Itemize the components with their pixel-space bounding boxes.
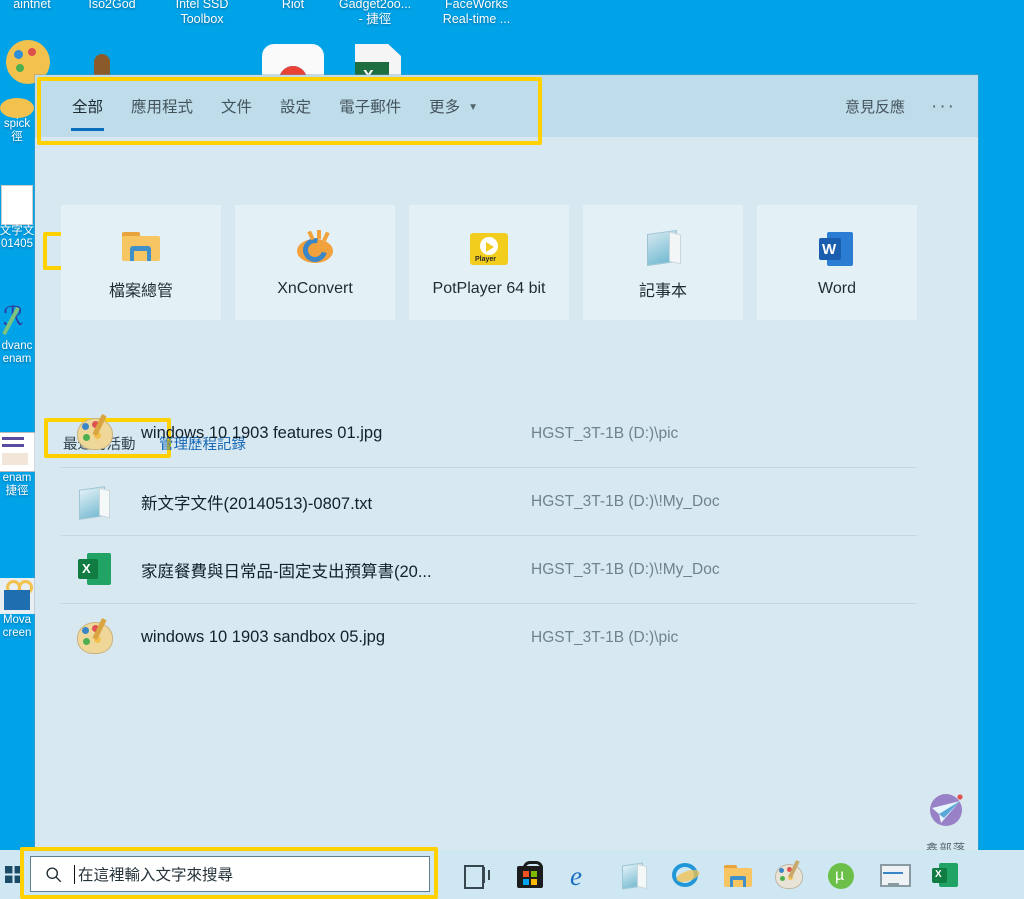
desktop-icon-label: spick 徑: [3, 118, 31, 143]
task-view-icon[interactable]: [462, 859, 494, 891]
xnconvert-icon: [293, 227, 337, 271]
microsoft-store-icon[interactable]: [514, 859, 546, 891]
tab-apps[interactable]: 應用程式: [117, 75, 207, 137]
desktop-icon-label: Mova creen: [2, 614, 32, 639]
app-tile-label: 檔案總管: [108, 283, 173, 300]
notepad-icon: [75, 482, 115, 522]
tab-all[interactable]: 全部: [58, 75, 117, 137]
filter-tabs: 全部 應用程式 文件 設定 電子郵件 更多 ▼: [35, 75, 492, 137]
header-actions: 意見反應 ···: [845, 96, 978, 117]
table-row[interactable]: windows 10 1903 features 01.jpg HGST_3T-…: [61, 400, 917, 468]
app-tile-notepad[interactable]: 記事本: [583, 205, 743, 320]
search-placeholder: 在這裡輸入文字來搜尋: [78, 867, 234, 884]
desktop-icon-label: dvanc enam: [1, 340, 33, 365]
desktop-icon-advanced-renamer[interactable]: ℛ dvanc enam: [0, 300, 38, 366]
tab-label: 文件: [221, 99, 253, 116]
tab-label: 全部: [72, 99, 104, 116]
tab-more[interactable]: 更多 ▼: [415, 75, 492, 137]
word-icon: W: [815, 227, 859, 271]
file-name: 新文字文件(20140513)-0807.txt: [141, 494, 373, 513]
desktop-icon-textdoc[interactable]: 文字文 01405: [0, 185, 38, 251]
desktop-icon-movavi[interactable]: Mova creen: [0, 578, 38, 640]
watermark: 鑫部落: [912, 792, 980, 857]
file-path: HGST_3T-1B (D:)\!My_Doc: [531, 560, 720, 578]
file-name: windows 10 1903 features 01.jpg: [141, 424, 383, 442]
utorrent-icon[interactable]: µ: [826, 859, 858, 891]
edge-icon[interactable]: e: [566, 859, 598, 891]
app-tile-potplayer[interactable]: Player PotPlayer 64 bit: [409, 205, 569, 320]
tab-label: 應用程式: [131, 99, 194, 116]
app-tile-file-explorer[interactable]: 檔案總管: [61, 205, 221, 320]
app-tile-label: Word: [818, 280, 856, 297]
desktop-icon-label: Iso2God: [88, 0, 136, 11]
taskbar-icons: e µ X: [462, 850, 962, 899]
more-options-icon[interactable]: ···: [931, 97, 956, 116]
notepad-icon[interactable]: [618, 859, 650, 891]
tab-email[interactable]: 電子郵件: [325, 75, 415, 137]
search-icon: [46, 866, 62, 882]
internet-explorer-icon[interactable]: [670, 859, 702, 891]
text-cursor: [74, 864, 75, 884]
file-path: HGST_3T-1B (D:)\!My_Doc: [531, 492, 720, 510]
watermark-logo-icon: [930, 794, 963, 826]
desktop-icon-colorpick[interactable]: spick 徑: [0, 98, 38, 144]
file-name: 家庭餐費與日常品-固定支出預算書(20...: [141, 562, 432, 581]
tab-label: 設定: [280, 99, 312, 116]
start-button[interactable]: [0, 850, 26, 899]
taskbar-search-input[interactable]: 在這裡輸入文字來搜尋: [30, 856, 430, 892]
desktop-icon-label: Gadget2oo... - 捷徑: [338, 0, 412, 26]
desktop-icon-label: 文字文 01405: [0, 225, 35, 250]
app-tile-label: XnConvert: [277, 280, 353, 297]
chevron-down-icon: ▼: [468, 101, 478, 113]
tab-documents[interactable]: 文件: [207, 75, 266, 137]
paint-icon: [75, 413, 115, 454]
table-row[interactable]: X 家庭餐費與日常品-固定支出預算書(20... HGST_3T-1B (D:)…: [61, 536, 917, 604]
desktop-icon-label: Intel SSD Toolbox: [175, 0, 229, 26]
desktop-icon-renamer-shortcut[interactable]: enam 捷徑: [0, 432, 38, 498]
monitor-icon[interactable]: [878, 859, 911, 891]
app-tile-xnconvert[interactable]: XnConvert: [235, 205, 395, 320]
file-path: HGST_3T-1B (D:)\pic: [531, 628, 679, 646]
desktop-screen: aintnet Iso2God Intel SSD Toolbox Riot G…: [0, 0, 1024, 899]
excel-icon: X: [75, 550, 115, 590]
app-tile-label: 記事本: [638, 283, 687, 300]
desktop-icon-label: enam 捷徑: [2, 472, 32, 497]
excel-icon[interactable]: X: [930, 859, 962, 891]
app-tile-word[interactable]: W Word: [757, 205, 917, 320]
file-explorer-icon[interactable]: [722, 859, 754, 891]
panel-header: 全部 應用程式 文件 設定 電子郵件 更多 ▼ 意見反應 ···: [35, 75, 978, 137]
paint-icon[interactable]: [774, 859, 806, 891]
paint-icon: [75, 617, 115, 658]
file-name: windows 10 1903 sandbox 05.jpg: [141, 628, 386, 646]
tab-label: 更多: [429, 99, 461, 116]
table-row[interactable]: windows 10 1903 sandbox 05.jpg HGST_3T-1…: [61, 604, 917, 671]
search-results-panel: 全部 應用程式 文件 設定 電子郵件 更多 ▼ 意見反應 ··· 檔案總管 Xn…: [35, 75, 978, 856]
feedback-button[interactable]: 意見反應: [845, 96, 905, 117]
tab-settings[interactable]: 設定: [266, 75, 325, 137]
potplayer-icon: Player: [467, 227, 511, 271]
file-path: HGST_3T-1B (D:)\pic: [531, 424, 679, 442]
recent-activity-list: windows 10 1903 features 01.jpg HGST_3T-…: [61, 400, 917, 671]
folder-icon: [119, 224, 163, 268]
notepad-icon: [641, 224, 685, 268]
app-tile-label: PotPlayer 64 bit: [432, 280, 546, 297]
tab-label: 電子郵件: [339, 99, 402, 116]
windows-logo-icon: [4, 866, 22, 883]
top-apps-tiles: 檔案總管 XnConvert Player PotPlayer 64 bit 記…: [61, 205, 917, 320]
desktop-icon-label: FaceWorks Real-time ...: [442, 0, 511, 26]
table-row[interactable]: 新文字文件(20140513)-0807.txt HGST_3T-1B (D:)…: [61, 468, 917, 536]
